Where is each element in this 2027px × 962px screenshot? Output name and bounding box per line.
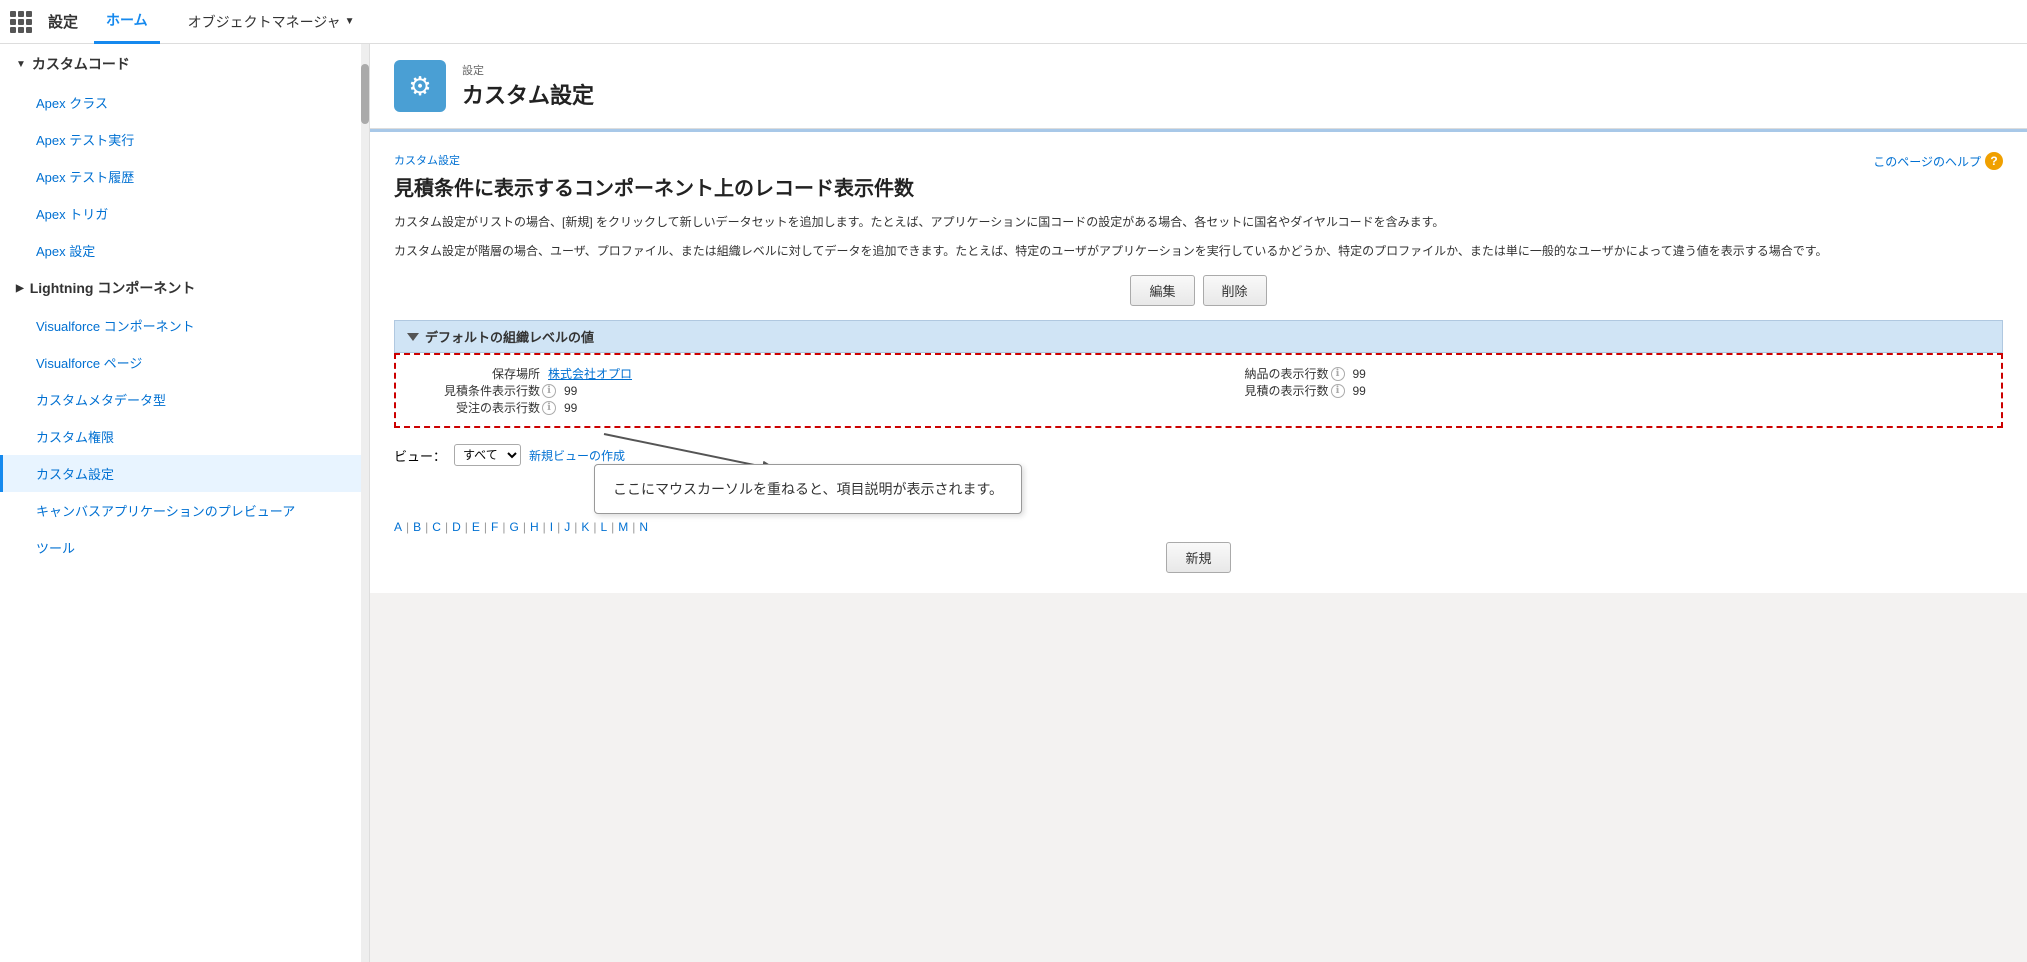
content-area: ⚙ 設定 カスタム設定 このページのヘルプ ? カスタム設定 見積条件に表示する… <box>370 44 2027 962</box>
page-main-title: カスタム設定 <box>462 78 594 110</box>
alpha-letter-N[interactable]: N <box>639 520 648 534</box>
help-icon: ? <box>1985 152 2003 170</box>
help-link[interactable]: このページのヘルプ ? <box>1873 152 2003 170</box>
mikke-info-icon[interactable]: ℹ <box>542 384 556 398</box>
app-name: 設定 <box>48 11 78 32</box>
kenpin-info-icon[interactable]: ℹ <box>1331 367 1345 381</box>
breadcrumb: カスタム設定 <box>394 152 2003 168</box>
alpha-letter-C[interactable]: C <box>432 520 441 534</box>
sidebar-item-custom-settings[interactable]: カスタム設定 <box>0 455 361 492</box>
mitsu-row: 見積の表示行数 ℹ 99 <box>1199 382 1988 399</box>
alpha-separator: | <box>523 520 526 534</box>
data-section: 保存場所 株式会社オプロ 納品の表示行数 ℹ 99 見積条件表示行数 ℹ 99 <box>394 353 2003 428</box>
sidebar-item-apex-test-run[interactable]: Apex テスト実行 <box>0 121 361 158</box>
alpha-separator: | <box>484 520 487 534</box>
mikke-value: 99 <box>564 384 577 398</box>
chevron-down-icon: ▼ <box>16 59 26 70</box>
action-buttons: 編集 削除 <box>394 275 2003 306</box>
page-sub-label: 設定 <box>462 62 594 78</box>
alpha-letter-J[interactable]: J <box>564 520 570 534</box>
sidebar-item-custom-permission[interactable]: カスタム権限 <box>0 418 361 455</box>
new-button[interactable]: 新規 <box>1166 542 1230 573</box>
alpha-letter-L[interactable]: L <box>600 520 607 534</box>
sidebar-item-tools[interactable]: ツール <box>0 529 361 566</box>
new-view-link[interactable]: 新規ビューの作成 <box>529 447 625 464</box>
content-body: このページのヘルプ ? カスタム設定 見積条件に表示するコンポーネント上のレコー… <box>370 129 2027 593</box>
juchu-label: 受注の表示行数 <box>410 399 540 416</box>
alpha-letter-K[interactable]: K <box>581 520 589 534</box>
chevron-down-icon: ▼ <box>345 16 355 27</box>
section-header-default: デフォルトの組織レベルの値 <box>394 320 2003 353</box>
sidebar-item-visualforce-component[interactable]: Visualforce コンポーネント <box>0 307 361 344</box>
main-layout: ▼ カスタムコード Apex クラス Apex テスト実行 Apex テスト履歴… <box>0 44 2027 962</box>
mitsu-label: 見積の表示行数 <box>1199 382 1329 399</box>
new-button-row: 新規 <box>394 542 2003 573</box>
hozon-row: 保存場所 株式会社オプロ <box>410 365 1199 382</box>
sidebar-item-canvas-preview[interactable]: キャンバスアプリケーションのプレビューア <box>0 492 361 529</box>
page-title: 見積条件に表示するコンポーネント上のレコード表示件数 <box>394 172 2003 201</box>
view-label: ビュー： <box>394 446 446 465</box>
mikke-label: 見積条件表示行数 <box>410 382 540 399</box>
alpha-separator: | <box>593 520 596 534</box>
page-icon: ⚙ <box>394 60 446 112</box>
chevron-right-icon: ▶ <box>16 283 24 294</box>
mikke-row: 見積条件表示行数 ℹ 99 <box>410 382 1199 399</box>
sidebar-item-apex-settings[interactable]: Apex 設定 <box>0 232 361 269</box>
kenpin-value: 99 <box>1353 367 1366 381</box>
top-navigation: 設定 ホーム オブジェクトマネージャ ▼ <box>0 0 2027 44</box>
alpha-separator: | <box>465 520 468 534</box>
sidebar-item-apex-class[interactable]: Apex クラス <box>0 84 361 121</box>
alpha-separator: | <box>574 520 577 534</box>
sidebar-item-apex-trigger[interactable]: Apex トリガ <box>0 195 361 232</box>
sidebar-section-lightning[interactable]: ▶ Lightning コンポーネント <box>0 269 361 307</box>
view-select[interactable]: すべて <box>454 444 521 466</box>
sidebar-section-custom-code[interactable]: ▼ カスタムコード <box>0 44 361 84</box>
callout-box: ここにマウスカーソルを重ねると、項目説明が表示されます。 <box>594 464 1022 514</box>
alpha-letter-E[interactable]: E <box>472 520 480 534</box>
alpha-letter-F[interactable]: F <box>491 520 498 534</box>
alpha-letter-D[interactable]: D <box>452 520 461 534</box>
juchu-info-icon[interactable]: ℹ <box>542 401 556 415</box>
sidebar-item-visualforce-page[interactable]: Visualforce ページ <box>0 344 361 381</box>
description-1: カスタム設定がリストの場合、[新規] をクリックして新しいデータセットを追加しま… <box>394 213 2003 232</box>
alpha-letter-H[interactable]: H <box>530 520 539 534</box>
triangle-icon <box>407 333 419 341</box>
view-controls: ビュー： すべて 新規ビューの作成 <box>394 444 2003 466</box>
alpha-separator: | <box>406 520 409 534</box>
alpha-separator: | <box>557 520 560 534</box>
description-2: カスタム設定が階層の場合、ユーザ、プロファイル、または組織レベルに対してデータを… <box>394 242 2003 261</box>
scrollbar[interactable] <box>361 44 369 962</box>
alpha-navigation: A | B | C | D | E | F | G | H | I | J | K | L | M | N <box>394 520 2003 534</box>
kenpin-label: 納品の表示行数 <box>1199 365 1329 382</box>
alpha-letter-B[interactable]: B <box>413 520 421 534</box>
page-header-text: 設定 カスタム設定 <box>462 62 594 110</box>
alpha-letter-I[interactable]: I <box>550 520 553 534</box>
mitsu-info-icon[interactable]: ℹ <box>1331 384 1345 398</box>
alpha-separator: | <box>445 520 448 534</box>
kenpin-row: 納品の表示行数 ℹ 99 <box>1199 365 1988 382</box>
alpha-separator: | <box>611 520 614 534</box>
delete-button[interactable]: 削除 <box>1203 275 1267 306</box>
alpha-separator: | <box>502 520 505 534</box>
sidebar-item-apex-test-history[interactable]: Apex テスト履歴 <box>0 158 361 195</box>
app-launcher-icon[interactable] <box>10 11 32 33</box>
alpha-letter-M[interactable]: M <box>618 520 628 534</box>
juchu-value: 99 <box>564 401 577 415</box>
alpha-letter-A[interactable]: A <box>394 520 402 534</box>
alpha-separator: | <box>425 520 428 534</box>
mitsu-value: 99 <box>1353 384 1366 398</box>
hozon-value[interactable]: 株式会社オプロ <box>548 365 632 382</box>
sidebar: ▼ カスタムコード Apex クラス Apex テスト実行 Apex テスト履歴… <box>0 44 370 962</box>
alpha-separator: | <box>632 520 635 534</box>
tab-home[interactable]: ホーム <box>94 0 160 44</box>
edit-button[interactable]: 編集 <box>1130 275 1194 306</box>
tab-object-manager[interactable]: オブジェクトマネージャ ▼ <box>176 12 367 32</box>
hozon-label: 保存場所 <box>410 365 540 382</box>
alpha-separator: | <box>543 520 546 534</box>
juchu-row: 受注の表示行数 ℹ 99 <box>410 399 1199 416</box>
sidebar-item-custom-metadata[interactable]: カスタムメタデータ型 <box>0 381 361 418</box>
alpha-letter-G[interactable]: G <box>509 520 518 534</box>
page-header: ⚙ 設定 カスタム設定 <box>370 44 2027 129</box>
